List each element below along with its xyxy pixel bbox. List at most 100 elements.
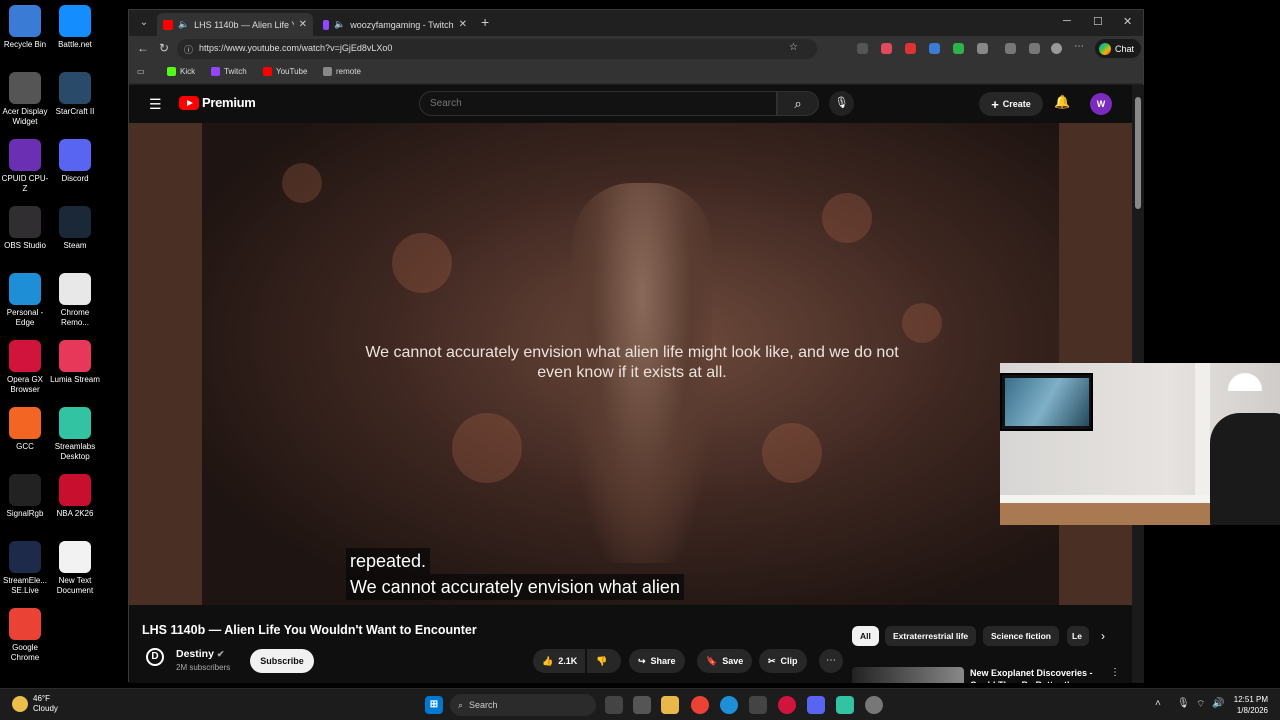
desktop-icon[interactable]: Lumia Stream [50, 340, 100, 385]
bookmark-remote[interactable]: remote [323, 67, 361, 76]
chip-truncated[interactable]: Le [1067, 626, 1089, 646]
more-options-icon[interactable]: ⋮ [1110, 667, 1120, 678]
desktop-icon[interactable]: Steam [50, 206, 100, 251]
avatar[interactable]: W [1090, 93, 1112, 115]
recommended-title[interactable]: New Exoplanet Discoveries - Could They B… [970, 667, 1100, 683]
notifications-icon[interactable]: 🔔 [1054, 94, 1070, 110]
scrollbar-thumb[interactable] [1135, 97, 1141, 209]
speaker-icon[interactable]: 🔈 [178, 19, 189, 30]
bookmark-kick[interactable]: Kick [167, 67, 195, 76]
close-tab-icon[interactable]: ✕ [459, 19, 467, 30]
extension-icon[interactable] [929, 43, 940, 54]
tab-actions-icon[interactable]: ⌄ [135, 14, 153, 32]
create-button[interactable]: + Create [979, 92, 1043, 116]
weather-widget[interactable]: 46°F Cloudy [12, 694, 58, 714]
desktop-icon[interactable]: Google Chrome [0, 608, 50, 663]
desktop-icon[interactable]: Discord [50, 139, 100, 184]
tab-youtube[interactable]: 🔈 LHS 1140b — Alien Life You W ✕ [157, 13, 313, 36]
desktop-icon[interactable]: NBA 2K26 [50, 474, 100, 519]
new-tab-button[interactable]: + [481, 14, 489, 30]
extension-icon[interactable] [881, 43, 892, 54]
desktop-icon[interactable]: OBS Studio [0, 206, 50, 251]
desktop-icon[interactable]: Opera GX Browser [0, 340, 50, 395]
extension-icon[interactable] [905, 43, 916, 54]
clip-button[interactable]: ✂ Clip [759, 649, 807, 673]
desktop-icon[interactable]: GCC [0, 407, 50, 452]
microphone-icon[interactable]: 🎙 [1177, 698, 1190, 709]
discord-icon[interactable] [807, 696, 825, 714]
desktop-icon[interactable]: SignalRgb [0, 474, 50, 519]
channel-name[interactable]: Destiny ✔ [176, 648, 224, 660]
bookmark-youtube[interactable]: YouTube [263, 67, 307, 76]
menu-icon[interactable]: ☰ [149, 96, 162, 113]
bookmark-twitch[interactable]: Twitch [211, 67, 247, 76]
subscribe-button[interactable]: Subscribe [250, 649, 314, 673]
speaker-icon[interactable]: 🔈 [334, 19, 345, 30]
desktop-icon[interactable]: New Text Document [50, 541, 100, 596]
tab-twitch[interactable]: 🔈 woozyfamgaming - Twitch ✕ [317, 13, 473, 36]
desktop-icon[interactable]: Acer Display Widget [0, 72, 50, 127]
desktop-icon[interactable]: Battle.net [50, 5, 100, 50]
chip-science-fiction[interactable]: Science fiction [983, 626, 1059, 646]
clock[interactable]: 12:51 PM 1/8/2026 [1226, 694, 1268, 716]
minimize-button[interactable]: ─ [1063, 15, 1071, 27]
app-icon[interactable] [865, 696, 883, 714]
volume-icon[interactable]: 🔊 [1212, 698, 1224, 709]
share-button[interactable]: ↪ Share [629, 649, 685, 673]
more-actions-button[interactable]: ⋯ [819, 649, 843, 673]
video-frame[interactable]: We cannot accurately envision what alien… [202, 123, 1059, 605]
desktop-icon[interactable]: Streamlabs Desktop [50, 407, 100, 462]
extension-icon[interactable] [953, 43, 964, 54]
close-window-button[interactable]: ✕ [1123, 15, 1132, 28]
streamlabs-icon[interactable] [836, 696, 854, 714]
refresh-button[interactable]: ↻ [159, 41, 169, 55]
chevron-right-icon[interactable]: › [1101, 629, 1105, 643]
taskbar-search[interactable]: ⌕ Search [450, 694, 596, 716]
maximize-button[interactable]: ☐ [1093, 15, 1103, 28]
task-view-icon[interactable] [605, 696, 623, 714]
copilot-chat-button[interactable]: Chat [1095, 39, 1141, 58]
wifi-icon[interactable]: ⌔ [1196, 698, 1205, 711]
app-icon[interactable] [749, 696, 767, 714]
favorites-icon[interactable] [1029, 43, 1040, 54]
youtube-logo[interactable]: Premium [179, 95, 256, 110]
file-explorer-icon[interactable] [661, 696, 679, 714]
video-thumbnail[interactable] [852, 667, 964, 683]
like-button[interactable]: 👍 2.1K [533, 649, 585, 673]
desktop-icon[interactable]: Personal - Edge [0, 273, 50, 328]
desktop-icon[interactable]: StarCraft II [50, 72, 100, 117]
desktop-icon[interactable]: Recycle Bin [0, 5, 50, 50]
voice-search-button[interactable]: 🎙 [829, 91, 854, 116]
profile-icon[interactable] [1051, 43, 1062, 54]
save-button[interactable]: 🔖 Save [697, 649, 753, 673]
desktop-icon[interactable]: Chrome Remo... [50, 273, 100, 328]
extensions-icon[interactable] [977, 43, 988, 54]
bookmarks-toggle-icon[interactable]: ▭ [137, 67, 145, 76]
back-button[interactable]: ← [137, 41, 149, 55]
edge-icon[interactable] [720, 696, 738, 714]
dislike-button[interactable]: 👎 [587, 649, 621, 673]
desktop-icon[interactable]: StreamEle... SE.Live [0, 541, 50, 596]
chevron-up-icon[interactable]: ˄ [1155, 698, 1161, 709]
video-player[interactable]: We cannot accurately envision what alien… [129, 123, 1134, 605]
chip-all[interactable]: All [852, 626, 879, 646]
close-tab-icon[interactable]: ✕ [299, 19, 307, 30]
more-options-icon[interactable]: ⋯ [1074, 41, 1085, 52]
search-button[interactable]: ⌕ [777, 91, 819, 116]
recommended-video[interactable]: New Exoplanet Discoveries - Could They B… [852, 667, 1122, 683]
search-box[interactable] [419, 91, 777, 116]
favorite-star-icon[interactable]: ☆ [789, 42, 798, 53]
split-screen-icon[interactable] [1005, 43, 1016, 54]
site-info-icon[interactable]: ⓘ [184, 43, 193, 56]
opera-gx-icon[interactable] [778, 696, 796, 714]
search-input[interactable] [430, 98, 730, 109]
url-text: https://www.youtube.com/watch?v=jGjEd8vL… [199, 43, 393, 53]
desktop-icon[interactable]: CPUID CPU-Z [0, 139, 50, 194]
extension-icon[interactable] [857, 43, 868, 54]
chip-extraterrestrial-life[interactable]: Extraterrestrial life [885, 626, 977, 646]
chrome-icon[interactable] [691, 696, 709, 714]
widgets-icon[interactable] [633, 696, 651, 714]
address-bar[interactable]: ⓘ https://www.youtube.com/watch?v=jGjEd8… [177, 39, 817, 59]
channel-avatar[interactable]: D [146, 648, 164, 666]
start-windows-icon[interactable]: ⊞ [425, 696, 443, 714]
